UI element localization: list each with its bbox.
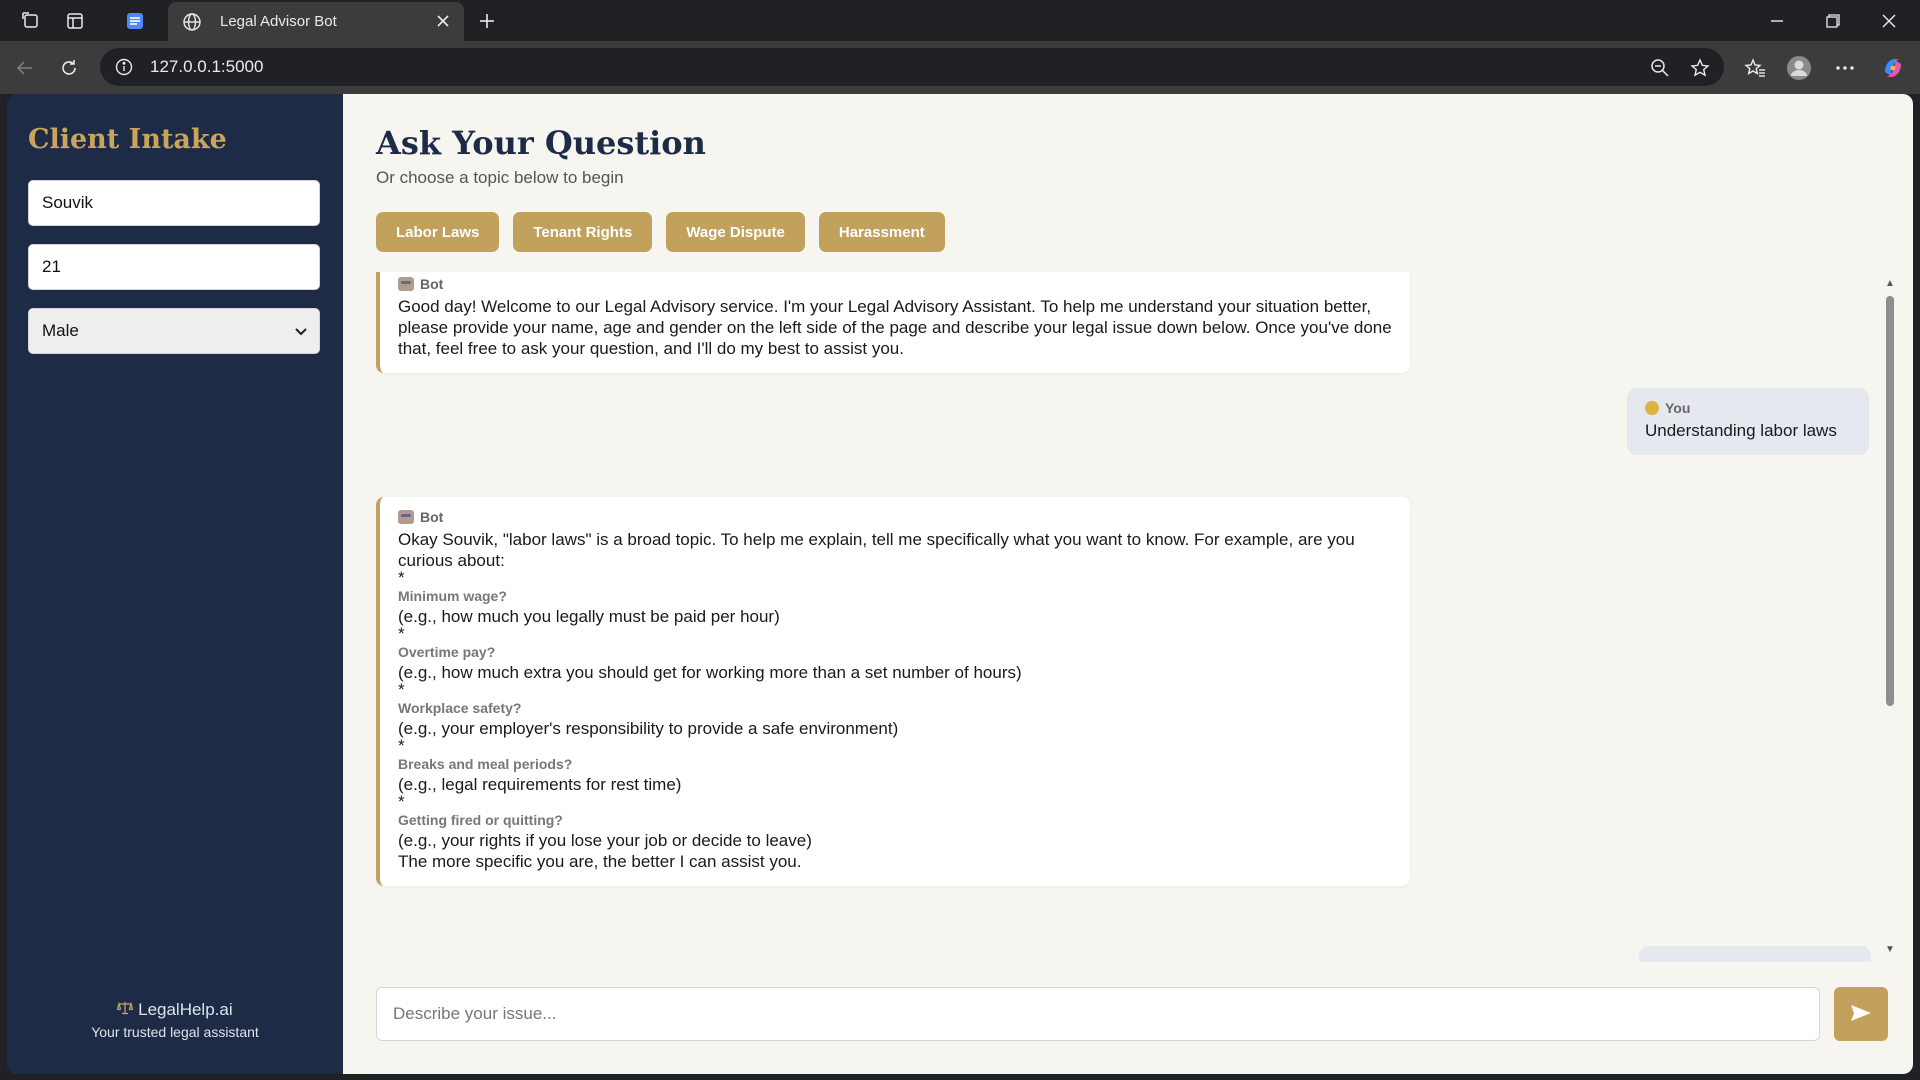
list-bullet: * bbox=[398, 736, 405, 755]
profile-avatar-icon[interactable] bbox=[1786, 55, 1812, 81]
list-item: * Minimum wage? (e.g., how much you lega… bbox=[398, 568, 1392, 627]
topic-harassment-button[interactable]: Harassment bbox=[818, 212, 945, 252]
address-bar[interactable]: 127.0.0.1:5000 bbox=[100, 48, 1724, 86]
gender-select-value: Male bbox=[42, 321, 79, 340]
name-field-value: Souvik bbox=[42, 193, 94, 212]
send-button[interactable] bbox=[1834, 987, 1888, 1041]
user-message: You Understanding labor laws bbox=[1627, 388, 1869, 455]
page-title: Ask Your Question bbox=[376, 124, 706, 162]
you-label: You bbox=[1665, 400, 1691, 416]
client-intake-sidebar: Client Intake Souvik 21 Male LegalHelp.a… bbox=[7, 94, 343, 1074]
list-item-description: (e.g., your rights if you lose your job … bbox=[398, 831, 812, 850]
globe-icon bbox=[182, 12, 202, 32]
copilot-icon[interactable] bbox=[1880, 55, 1906, 81]
list-bullet: * bbox=[398, 568, 405, 587]
scales-icon bbox=[117, 1000, 138, 1019]
list-item-heading: Workplace safety? bbox=[398, 700, 522, 716]
bot-message-outro: The more specific you are, the better I … bbox=[398, 852, 802, 871]
robot-icon bbox=[398, 277, 414, 291]
topic-wage-dispute-button[interactable]: Wage Dispute bbox=[666, 212, 805, 252]
favorites-icon[interactable] bbox=[1742, 55, 1768, 81]
topic-labor-laws-button[interactable]: Labor Laws bbox=[376, 212, 500, 252]
browser-tab-bar: Legal Advisor Bot bbox=[0, 0, 1920, 41]
more-menu-icon[interactable] bbox=[1832, 55, 1858, 81]
url-text: 127.0.0.1:5000 bbox=[150, 57, 264, 76]
name-field[interactable]: Souvik bbox=[28, 180, 320, 226]
reload-icon[interactable] bbox=[56, 55, 82, 81]
list-bullet: * bbox=[398, 792, 405, 811]
sidebar-title: Client Intake bbox=[28, 124, 227, 155]
chat-scrollbar[interactable]: ▲ ▼ bbox=[1883, 272, 1897, 962]
scroll-up-arrow-icon[interactable]: ▲ bbox=[1885, 278, 1895, 289]
topic-tenant-rights-button[interactable]: Tenant Rights bbox=[513, 212, 653, 252]
bot-label: Bot bbox=[420, 276, 444, 292]
person-icon bbox=[1645, 401, 1659, 415]
topic-buttons: Labor Laws Tenant Rights Wage Dispute Ha… bbox=[376, 212, 945, 252]
list-item-description: (e.g., how much you legally must be paid… bbox=[398, 607, 780, 626]
brand-footer: LegalHelp.ai Your trusted legal assistan… bbox=[7, 1000, 343, 1040]
page-subtitle: Or choose a topic below to begin bbox=[376, 168, 624, 187]
list-bullet: * bbox=[398, 680, 405, 699]
zoom-out-icon[interactable] bbox=[1648, 56, 1672, 80]
robot-icon bbox=[398, 510, 414, 524]
list-item: * Overtime pay? (e.g., how much extra yo… bbox=[398, 624, 1392, 683]
list-item-description: (e.g., legal requirements for rest time) bbox=[398, 775, 682, 794]
brand-tagline: Your trusted legal assistant bbox=[91, 1024, 259, 1040]
docs-tab-icon[interactable] bbox=[122, 8, 148, 34]
bot-message-text: Good day! Welcome to our Legal Advisory … bbox=[398, 297, 1392, 358]
browser-toolbar: 127.0.0.1:5000 bbox=[0, 41, 1920, 94]
bot-label: Bot bbox=[420, 509, 444, 525]
workspaces-icon[interactable] bbox=[18, 8, 44, 34]
restore-icon[interactable] bbox=[1820, 8, 1846, 34]
brand-name: LegalHelp.ai bbox=[138, 1000, 233, 1019]
vertical-tabs-icon[interactable] bbox=[62, 8, 88, 34]
bot-message: Bot Okay Souvik, "labor laws" is a broad… bbox=[376, 497, 1410, 886]
list-item: * Workplace safety? (e.g., your employer… bbox=[398, 680, 1392, 739]
age-field[interactable]: 21 bbox=[28, 244, 320, 290]
back-icon[interactable] bbox=[12, 55, 38, 81]
issue-input-wrapper bbox=[376, 987, 1820, 1041]
main-panel: Ask Your Question Or choose a topic belo… bbox=[343, 94, 1913, 1074]
list-item-description: (e.g., how much extra you should get for… bbox=[398, 663, 1022, 682]
tab-title: Legal Advisor Bot bbox=[220, 13, 337, 30]
list-item: * Breaks and meal periods? (e.g., legal … bbox=[398, 736, 1392, 795]
scroll-down-arrow-icon[interactable]: ▼ bbox=[1885, 944, 1895, 955]
age-field-value: 21 bbox=[42, 257, 61, 276]
user-message bbox=[1639, 946, 1871, 962]
close-window-icon[interactable] bbox=[1876, 8, 1902, 34]
scrollbar-thumb[interactable] bbox=[1886, 296, 1894, 706]
bot-message-intro: Okay Souvik, "labor laws" is a broad top… bbox=[398, 530, 1355, 570]
page-viewport: Client Intake Souvik 21 Male LegalHelp.a… bbox=[7, 94, 1913, 1074]
tab-legal-advisor-bot[interactable]: Legal Advisor Bot bbox=[168, 2, 464, 41]
list-item-description: (e.g., your employer's responsibility to… bbox=[398, 719, 899, 738]
bot-message: Bot Good day! Welcome to our Legal Advis… bbox=[376, 272, 1410, 373]
list-item-heading: Getting fired or quitting? bbox=[398, 812, 563, 828]
list-item-heading: Breaks and meal periods? bbox=[398, 756, 573, 772]
chat-log[interactable]: Bot Good day! Welcome to our Legal Advis… bbox=[376, 272, 1897, 962]
send-arrow-icon bbox=[1850, 1004, 1872, 1025]
list-item-heading: Overtime pay? bbox=[398, 644, 496, 660]
site-info-icon[interactable] bbox=[114, 57, 134, 77]
gender-select[interactable]: Male bbox=[28, 308, 320, 354]
favorite-star-icon[interactable] bbox=[1688, 56, 1712, 80]
user-message-text: Understanding labor laws bbox=[1645, 421, 1837, 440]
issue-input[interactable] bbox=[393, 1004, 1819, 1024]
list-item-heading: Minimum wage? bbox=[398, 588, 507, 604]
minimize-icon[interactable] bbox=[1764, 8, 1790, 34]
chevron-down-icon bbox=[295, 321, 307, 341]
new-tab-icon[interactable] bbox=[474, 8, 500, 34]
close-tab-icon[interactable] bbox=[434, 12, 452, 30]
list-item: * Getting fired or quitting? (e.g., your… bbox=[398, 792, 1392, 851]
list-bullet: * bbox=[398, 624, 405, 643]
